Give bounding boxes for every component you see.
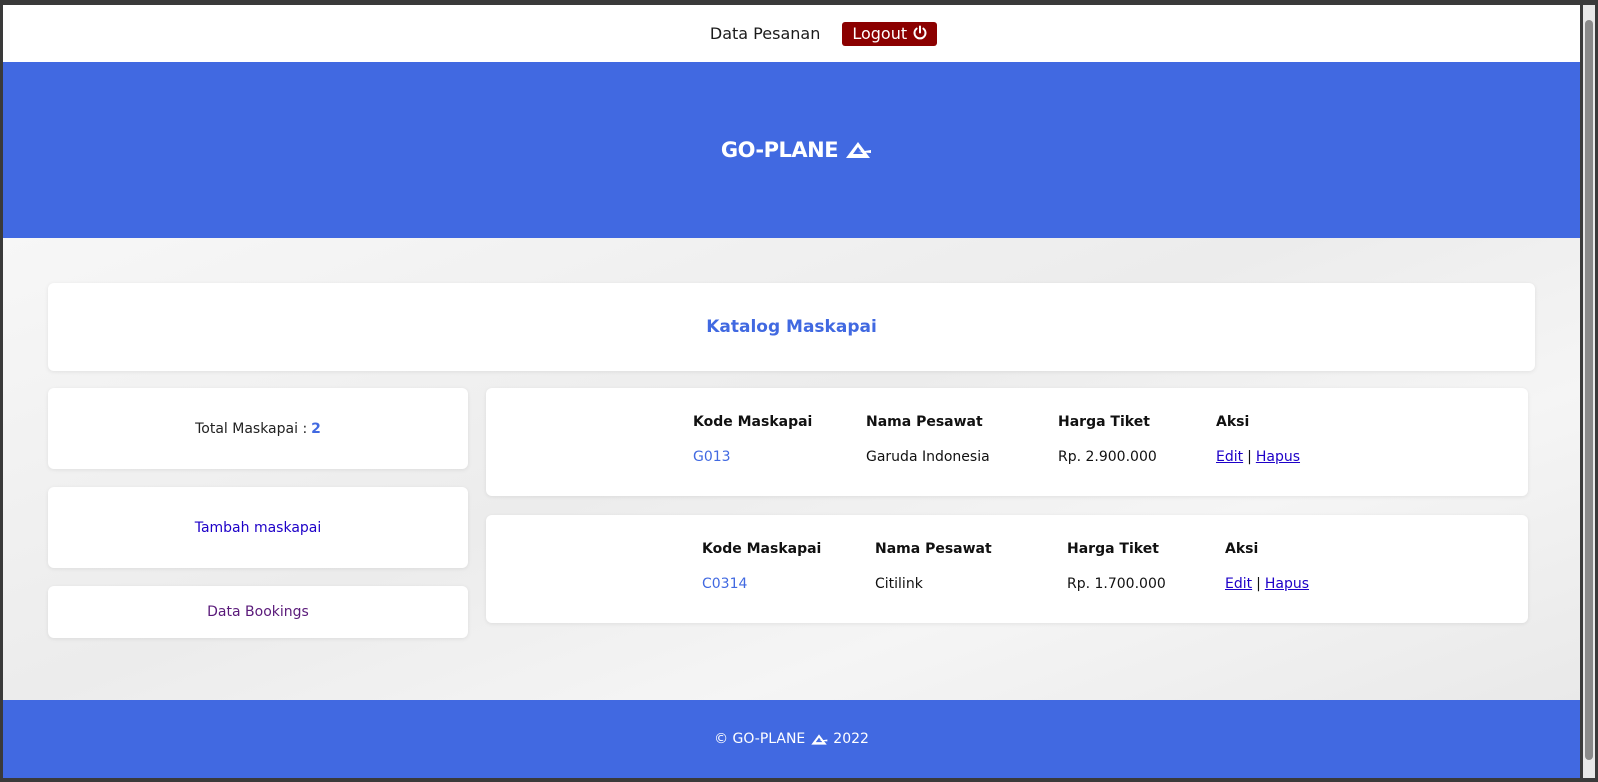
footer-year: 2022 [833, 731, 869, 747]
total-label: Total Maskapai : [195, 420, 308, 437]
table-header: Kode Maskapai Nama Pesawat Harga Tiket A… [702, 541, 1355, 557]
delete-link[interactable]: Hapus [1256, 449, 1300, 465]
main-content: Katalog Maskapai Total Maskapai : 2 Tamb… [3, 238, 1580, 700]
edit-link[interactable]: Edit [1216, 449, 1243, 465]
table-row: G013 Garuda Indonesia Rp. 2.900.000 Edit… [693, 449, 1346, 465]
total-maskapai-card: Total Maskapai : 2 [48, 388, 468, 469]
header-harga: Harga Tiket [1058, 414, 1150, 430]
plane-logo-icon [811, 733, 828, 745]
edit-link[interactable]: Edit [1225, 576, 1252, 592]
data-bookings-link[interactable]: Data Bookings [207, 604, 309, 620]
airline-price: Rp. 2.900.000 [1058, 449, 1157, 465]
airline-card: Kode Maskapai Nama Pesawat Harga Tiket A… [486, 515, 1528, 623]
nav-data-pesanan-link[interactable]: Data Pesanan [646, 24, 820, 43]
header-harga: Harga Tiket [1067, 541, 1159, 557]
browser-window: Data Pesanan Logout GO-PLANE Katalog Mas… [3, 5, 1580, 778]
add-maskapai-card[interactable]: Tambah maskapai [48, 487, 468, 568]
airline-table: Kode Maskapai Nama Pesawat Harga Tiket A… [693, 414, 1346, 465]
action-links: Edit | Hapus [1216, 449, 1346, 465]
header-kode: Kode Maskapai [693, 414, 813, 430]
header-aksi: Aksi [1225, 541, 1259, 557]
header-nama: Nama Pesawat [866, 414, 983, 430]
airline-name: Garuda Indonesia [866, 449, 990, 465]
brand-logo-text: GO-PLANE [720, 138, 839, 162]
action-separator: | [1247, 449, 1252, 465]
logout-button[interactable]: Logout [842, 21, 938, 46]
airline-name: Citilink [875, 576, 923, 592]
header-aksi: Aksi [1216, 414, 1250, 430]
header-nama: Nama Pesawat [875, 541, 992, 557]
footer: © GO-PLANE 2022 [3, 700, 1580, 778]
airline-card: Kode Maskapai Nama Pesawat Harga Tiket A… [486, 388, 1528, 496]
brand-logo[interactable]: GO-PLANE [711, 138, 872, 162]
header-kode: Kode Maskapai [702, 541, 822, 557]
action-links: Edit | Hapus [1225, 576, 1355, 592]
airline-code: G013 [693, 449, 731, 465]
plane-logo-icon [846, 142, 872, 158]
delete-link[interactable]: Hapus [1265, 576, 1309, 592]
table-header: Kode Maskapai Nama Pesawat Harga Tiket A… [693, 414, 1346, 430]
data-bookings-card[interactable]: Data Bookings [48, 586, 468, 638]
action-separator: | [1256, 576, 1261, 592]
airline-code: C0314 [702, 576, 748, 592]
logout-label: Logout [852, 23, 908, 43]
footer-copyright: © GO-PLANE [714, 731, 806, 747]
airline-price: Rp. 1.700.000 [1067, 576, 1166, 592]
vertical-scrollbar[interactable] [1583, 5, 1595, 778]
power-icon [913, 25, 927, 40]
catalog-title-card: Katalog Maskapai [48, 283, 1535, 371]
add-maskapai-link[interactable]: Tambah maskapai [195, 520, 322, 536]
airline-table: Kode Maskapai Nama Pesawat Harga Tiket A… [702, 541, 1355, 592]
total-value: 2 [311, 420, 321, 437]
hero-banner: GO-PLANE [3, 62, 1580, 238]
scrollbar-thumb[interactable] [1585, 20, 1593, 760]
top-navbar: Data Pesanan Logout [3, 5, 1580, 62]
table-row: C0314 Citilink Rp. 1.700.000 Edit | Hapus [702, 576, 1355, 592]
page-title: Katalog Maskapai [706, 317, 877, 337]
